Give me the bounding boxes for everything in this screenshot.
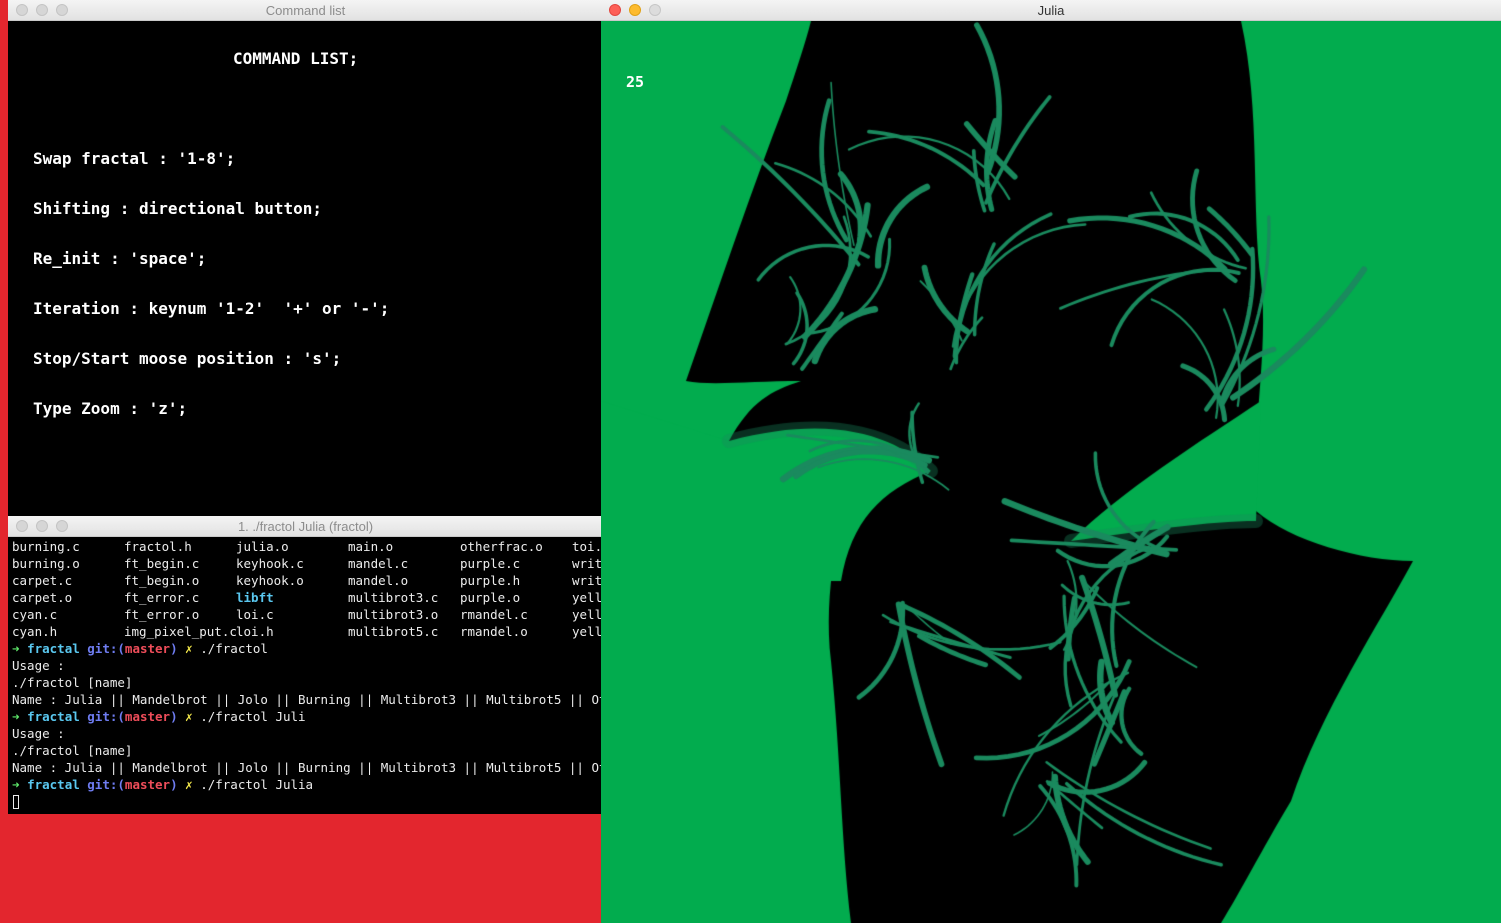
command-list-titlebar[interactable]: Command list [8,0,603,21]
ls-row: burning.o ft_begin.c keyhook.c mandel.c purp… [12,556,603,573]
prompt-git-label: git:( [87,641,125,656]
ls-entry: carpet.c [12,573,73,588]
window-title: Command list [265,3,346,18]
terminal-output-line: ./fractol [name] [12,743,133,758]
shell-prompt-line: ➜ fractal git:(master) ✗ ./fractol Juli [12,709,306,724]
ls-entry: libft [236,590,274,605]
prompt-arrow-icon: ➜ [12,641,20,656]
prompt-git-close: ) [170,641,178,656]
command-line: Shifting : directional button; [33,199,322,218]
prompt-arrow-icon: ➜ [12,777,20,792]
ls-entry: purple.h [460,573,521,588]
ls-entry: otherfrac.o [460,539,543,554]
ls-entry: ft_begin.c [124,556,200,571]
ls-entry: keyhook.c [236,556,304,571]
ls-entry: rmandel.o [460,624,528,639]
window-title: 1. ./fractol Julia (fractol) [237,519,374,534]
ls-entry: rmandel.c [460,607,528,622]
ls-entry: mandel.o [348,573,409,588]
prompt-command: ./fractol [200,641,268,656]
prompt-git-label: git:( [87,709,125,724]
command-line: Re_init : 'space'; [33,249,207,268]
ls-row: carpet.o ft_error.c libft multibrot3.c purpl… [12,590,603,607]
prompt-git-close: ) [170,777,178,792]
terminal-window: 1. ./fractol Julia (fractol) burning.c fr… [8,516,603,814]
command-line: Stop/Start moose position : 's'; [33,349,342,368]
ls-entry: ft_begin.o [124,573,200,588]
prompt-dirty-icon: ✗ [185,641,193,656]
command-list-heading: COMMAND LIST; [233,49,359,68]
terminal-output-line: ./fractol [name] [12,675,133,690]
ls-entry: toi. [572,539,603,554]
prompt-dirty-icon: ✗ [185,709,193,724]
ls-entry: fractol.h [124,539,192,554]
ls-entry: loi.h [236,624,274,639]
terminal-output-line: Name : Julia || Mandelbrot || Jolo || Bu… [12,760,603,775]
ls-entry: yell [572,624,603,639]
prompt-branch: master [124,709,171,724]
prompt-command: ./fractol Juli [200,709,306,724]
shell-prompt-line: ➜ fractal git:(master) ✗ ./fractol [12,641,268,656]
ls-entry: purple.c [460,556,521,571]
terminal-cursor [13,795,19,809]
ls-row: carpet.c ft_begin.o keyhook.o mandel.o purpl… [12,573,603,590]
terminal-output[interactable]: burning.c fractol.h julia.o main.o otherfrac… [8,537,603,814]
command-line: Type Zoom : 'z'; [33,399,188,418]
prompt-git-label: git:( [87,777,125,792]
window-title: Julia [1037,3,1065,18]
ls-row: burning.c fractol.h julia.o main.o otherfrac… [12,539,603,556]
ls-entry: carpet.o [12,590,73,605]
command-list-content: COMMAND LIST; Swap fractal : '1-8'; Shif… [8,21,603,518]
prompt-directory: fractal [27,777,80,792]
prompt-command: ./fractol Julia [200,777,314,792]
ls-entry: yell [572,607,603,622]
ls-entry: loi.c [236,607,274,622]
prompt-arrow-icon: ➜ [12,709,20,724]
ls-row: cyan.h img_pixel_put.c loi.h multibrot5.c rm… [12,624,603,641]
ls-entry: main.o [348,539,394,554]
terminal-output-line: Usage : [12,658,65,673]
terminal-output-line: Name : Julia || Mandelbrot || Jolo || Bu… [12,692,603,707]
command-line: Iteration : keynum '1-2' '+' or '-'; [33,299,390,318]
ls-entry: burning.c [12,539,80,554]
ls-entry: multibrot3.o [348,607,439,622]
command-line: Swap fractal : '1-8'; [33,149,236,168]
julia-fractal-canvas[interactable] [601,21,1501,923]
prompt-directory: fractal [27,709,80,724]
ls-entry: img_pixel_put.c [124,624,237,639]
ls-entry: cyan.c [12,607,58,622]
prompt-branch: master [124,777,171,792]
julia-render-area[interactable]: 25 [601,21,1501,923]
ls-entry: ft_error.o [124,607,200,622]
prompt-directory: fractal [27,641,80,656]
iteration-counter: 25 [626,73,645,91]
prompt-dirty-icon: ✗ [185,777,193,792]
terminal-titlebar[interactable]: 1. ./fractol Julia (fractol) [8,516,603,537]
ls-entry: yell [572,590,603,605]
ls-entry: mandel.c [348,556,409,571]
ls-row: cyan.c ft_error.o loi.c multibrot3.o rmandel… [12,607,603,624]
ls-entry: purple.o [460,590,521,605]
ls-entry: ft_error.c [124,590,200,605]
ls-entry: cyan.h [12,624,58,639]
prompt-git-close: ) [170,709,178,724]
julia-titlebar[interactable]: Julia [601,0,1501,21]
ls-entry: multibrot5.c [348,624,439,639]
ls-entry: writ [572,573,603,588]
command-list-window: Command list COMMAND LIST; Swap fractal … [8,0,603,518]
shell-prompt-line: ➜ fractal git:(master) ✗ ./fractol Julia [12,777,313,792]
ls-entry: keyhook.o [236,573,304,588]
terminal-output-line: Usage : [12,726,65,741]
ls-entry: burning.o [12,556,80,571]
prompt-branch: master [124,641,171,656]
ls-entry: writ [572,556,603,571]
ls-entry: multibrot3.c [348,590,439,605]
julia-window: Julia 25 [601,0,1501,923]
ls-entry: julia.o [236,539,289,554]
